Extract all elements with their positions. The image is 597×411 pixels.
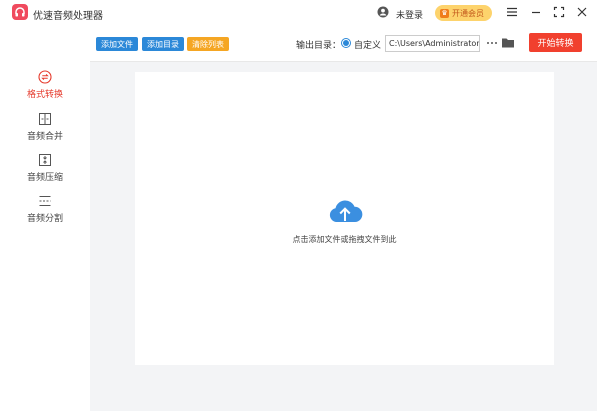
app-title: 优速音频处理器 [33,11,103,22]
folder-icon[interactable] [501,36,515,49]
split-icon [39,196,51,206]
user-icon[interactable] [377,6,389,18]
sidebar-item-audio-split[interactable]: 音频分割 [0,190,90,230]
sidebar-item-format-convert[interactable]: 格式转换 [0,66,90,106]
crown-icon: ♛ [440,8,449,18]
sidebar-item-label: 音频合并 [26,132,63,142]
vip-label: 开通会员 [452,8,484,18]
sidebar-item-audio-compress[interactable]: 音频压缩 [0,149,90,189]
vip-button[interactable]: ♛ 开通会员 [435,5,492,21]
convert-icon [38,70,52,84]
drop-hint: 点击添加文件或拖拽文件到此 [292,235,397,244]
start-convert-button[interactable]: 开始转换 [529,33,582,52]
more-icon[interactable] [486,37,498,49]
clear-list-button[interactable]: 清除列表 [187,37,229,51]
custom-radio-label[interactable]: 自定义 [354,38,381,51]
headphones-icon [12,4,28,20]
toolbar: 添加文件 添加目录 清除列表 输出目录： 自定义 C:\Users\Admini… [90,27,597,62]
menu-icon[interactable] [505,5,519,19]
sidebar-item-label: 音频分割 [26,214,63,224]
output-dir-label: 输出目录： [296,41,342,51]
sidebar: 格式转换 音频合并 音频压缩 音频分割 [0,27,90,411]
close-icon[interactable] [575,5,589,19]
login-link[interactable]: 未登录 [396,8,423,21]
merge-icon [39,113,51,125]
compress-icon [39,154,51,166]
output-path-field[interactable]: C:\Users\Administrator\ [385,35,480,52]
custom-radio[interactable] [341,38,351,48]
minimize-icon[interactable] [529,5,543,19]
add-file-button[interactable]: 添加文件 [96,37,138,51]
title-bar: 优速音频处理器 未登录 ♛ 开通会员 [0,0,597,27]
cloud-upload-icon [329,200,363,222]
sidebar-item-audio-merge[interactable]: 音频合并 [0,108,90,148]
main-area: 点击添加文件或拖拽文件到此 [90,62,597,411]
file-drop-zone[interactable]: 点击添加文件或拖拽文件到此 [135,72,554,365]
add-folder-button[interactable]: 添加目录 [142,37,184,51]
sidebar-item-label: 音频压缩 [26,173,63,183]
output-path-value: C:\Users\Administrator\ [389,39,480,48]
maximize-icon[interactable] [552,5,566,19]
sidebar-item-label: 格式转换 [26,90,63,100]
